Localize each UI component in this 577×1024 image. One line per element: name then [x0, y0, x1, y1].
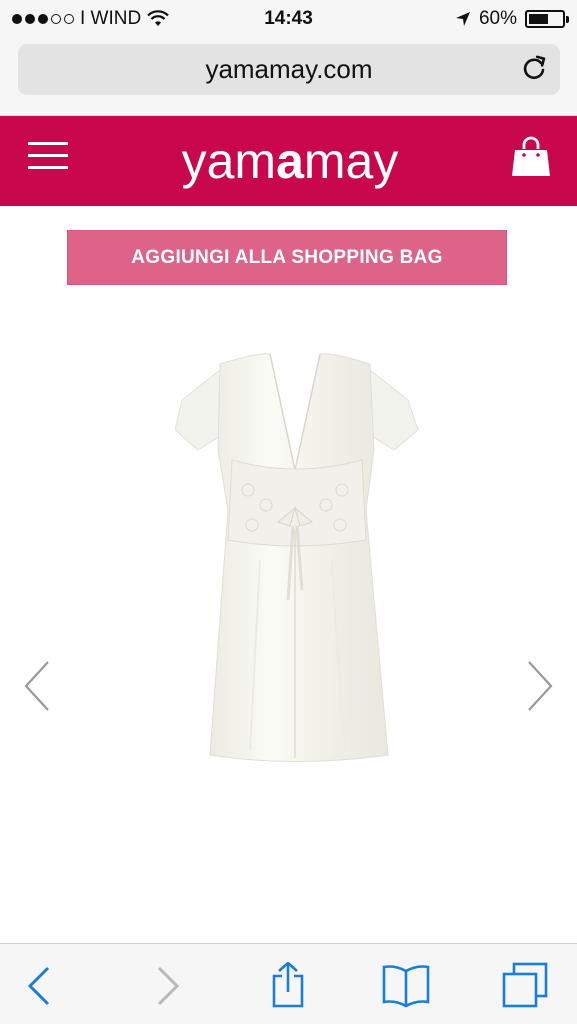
forward-icon[interactable]	[143, 962, 193, 1008]
battery-percent: 60%	[478, 8, 517, 29]
hamburger-menu-icon[interactable]	[28, 142, 70, 178]
screen: I WIND 14:43 60% yamamay.com yamamay AGG…	[0, 0, 577, 1024]
battery-fill	[529, 14, 548, 24]
brand-logo[interactable]: yamamay	[140, 130, 440, 192]
chevron-left-icon[interactable]	[22, 658, 52, 714]
site-header: yamamay	[0, 116, 577, 206]
battery-icon	[525, 10, 569, 28]
chevron-right-icon[interactable]	[525, 658, 555, 714]
back-icon[interactable]	[14, 962, 64, 1008]
logo-text-bold: a	[276, 133, 304, 189]
add-to-shopping-bag-button[interactable]: AGGIUNGI ALLA SHOPPING BAG	[67, 230, 507, 285]
bookmarks-icon[interactable]	[381, 962, 431, 1008]
browser-chrome: I WIND 14:43 60% yamamay.com	[0, 0, 577, 116]
shopping-bag-icon[interactable]	[511, 136, 551, 178]
reload-icon[interactable]	[520, 55, 548, 83]
tabs-icon[interactable]	[500, 962, 550, 1008]
product-image[interactable]	[160, 340, 430, 780]
browser-toolbar	[0, 943, 577, 1024]
logo-text-prefix: yam	[181, 133, 277, 189]
share-icon[interactable]	[263, 962, 313, 1008]
address-bar[interactable]: yamamay.com	[18, 44, 560, 95]
url-text[interactable]: yamamay.com	[18, 44, 560, 95]
status-bar: I WIND 14:43 60%	[0, 0, 577, 38]
logo-text-suffix: may	[303, 133, 399, 189]
location-arrow-icon	[455, 12, 470, 26]
status-right: 60%	[455, 8, 569, 30]
